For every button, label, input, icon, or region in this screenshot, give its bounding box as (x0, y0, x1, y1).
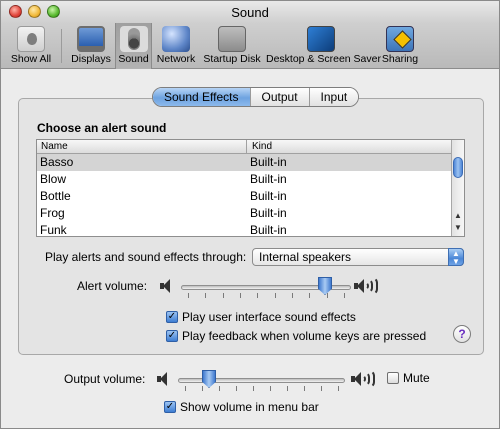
output-device-popup[interactable]: Internal speakers ▲ ▼ (252, 248, 464, 266)
slider-tick (304, 386, 305, 391)
sharing-button[interactable]: Sharing (379, 23, 421, 69)
sound-name: Blow (40, 172, 67, 186)
help-button[interactable]: ? (453, 325, 471, 343)
table-header: Name Kind (37, 140, 453, 154)
slider-tick (240, 293, 241, 298)
speaker-quiet-icon (156, 371, 174, 387)
toolbar-label: Sharing (381, 53, 419, 65)
mute-checkbox[interactable] (387, 372, 399, 384)
column-header-kind[interactable]: Kind (252, 141, 272, 152)
slider-tick (202, 386, 203, 391)
slider-tick (344, 293, 345, 298)
display-icon (77, 26, 105, 52)
globe-icon (162, 26, 190, 52)
slider-tick (219, 386, 220, 391)
desktop-icon (307, 26, 335, 52)
slider-tick (287, 386, 288, 391)
startup-disk-button[interactable]: Startup Disk (201, 23, 263, 69)
slider-tick (205, 293, 206, 298)
slider-tick (185, 386, 186, 391)
slider-tick (292, 293, 293, 298)
menu-bar-checkbox[interactable]: ✓ (164, 401, 176, 413)
slider-tick (257, 293, 258, 298)
scroll-down-arrow-icon[interactable]: ▼ (452, 222, 464, 234)
sound-name: Funk (40, 223, 67, 237)
output-device-value: Internal speakers (259, 250, 352, 264)
sound-kind: Built-in (250, 223, 287, 237)
alert-sound-table[interactable]: Name Kind Basso Built-in Blow Built-in B… (36, 139, 465, 237)
sound-kind: Built-in (250, 189, 287, 203)
alert-volume-slider[interactable] (181, 277, 351, 302)
speaker-loud-icon (350, 370, 375, 388)
slider-tick (321, 386, 322, 391)
slider-tick (253, 386, 254, 391)
popup-arrows-icon: ▲ ▼ (448, 248, 464, 266)
output-volume-label: Output volume: (64, 372, 146, 386)
toolbar-label: Displays (71, 53, 111, 65)
column-header-name[interactable]: Name (41, 141, 68, 152)
show-all-button[interactable]: Show All (5, 23, 57, 69)
toolbar: Show All Displays Sound Network Startup … (1, 23, 499, 69)
table-row[interactable]: Funk Built-in (37, 222, 453, 239)
apple-icon (17, 26, 45, 52)
feedback-label: Play feedback when volume keys are press… (182, 329, 427, 343)
tab-output[interactable]: Output (250, 88, 310, 106)
slider-knob[interactable] (318, 277, 332, 295)
sound-kind: Built-in (250, 206, 287, 220)
sharing-icon (386, 26, 414, 52)
slider-tick (270, 386, 271, 391)
scrollbar-thumb[interactable] (453, 157, 463, 178)
feedback-checkbox[interactable]: ✓ (166, 330, 178, 342)
toolbar-label: Startup Disk (203, 53, 261, 65)
ui-sounds-checkbox[interactable]: ✓ (166, 311, 178, 323)
slider-knob[interactable] (202, 370, 216, 388)
window-title: Sound (231, 5, 269, 20)
toolbar-separator (61, 29, 62, 63)
slider-tick (327, 293, 328, 298)
sound-kind: Built-in (250, 172, 287, 186)
slider-tick (236, 386, 237, 391)
sound-name: Bottle (40, 189, 71, 203)
displays-button[interactable]: Displays (68, 23, 114, 69)
sound-name: Basso (40, 155, 74, 169)
sound-preferences-window: Sound Show All Displays Sound Network St… (0, 0, 500, 429)
table-body: Basso Built-in Blow Built-in Bottle Buil… (37, 154, 453, 239)
slider-tick (188, 293, 189, 298)
title-bar: Sound (1, 1, 499, 23)
toolbar-label: Desktop & Screen Saver (266, 53, 381, 65)
tab-sound-effects[interactable]: Sound Effects (153, 88, 251, 106)
toolbar-label: Sound (118, 53, 149, 65)
speaker-icon (119, 26, 148, 52)
table-row[interactable]: Frog Built-in (37, 205, 453, 222)
scroll-up-arrow-icon[interactable]: ▲ (452, 210, 464, 222)
tab-bar: Sound Effects Output Input (152, 87, 360, 107)
sound-button[interactable]: Sound (115, 23, 152, 69)
ui-sounds-label: Play user interface sound effects (182, 310, 356, 324)
slider-tick (223, 293, 224, 298)
speaker-loud-icon (353, 277, 378, 295)
column-divider (246, 140, 247, 154)
desktop-screen-saver-button[interactable]: Desktop & Screen Saver (266, 23, 381, 69)
tab-input[interactable]: Input (309, 88, 359, 106)
mute-label: Mute (403, 371, 430, 385)
sound-kind: Built-in (250, 155, 287, 169)
alert-sound-heading: Choose an alert sound (37, 121, 167, 135)
network-button[interactable]: Network (155, 23, 197, 69)
table-row[interactable]: Blow Built-in (37, 171, 453, 188)
slider-tick (309, 293, 310, 298)
toolbar-label: Show All (10, 53, 52, 65)
table-row[interactable]: Bottle Built-in (37, 188, 453, 205)
sound-name: Frog (40, 206, 65, 220)
play-through-label: Play alerts and sound effects through: (45, 250, 247, 264)
table-scrollbar[interactable]: ▲ ▼ (451, 140, 464, 236)
slider-tick (275, 293, 276, 298)
disk-icon (218, 26, 246, 52)
alert-volume-label: Alert volume: (77, 279, 148, 293)
output-volume-slider[interactable] (178, 370, 345, 395)
table-row[interactable]: Basso Built-in (37, 154, 453, 171)
speaker-quiet-icon (159, 278, 177, 294)
menu-bar-label: Show volume in menu bar (180, 400, 319, 414)
slider-tick (338, 386, 339, 391)
toolbar-label: Network (156, 53, 196, 65)
